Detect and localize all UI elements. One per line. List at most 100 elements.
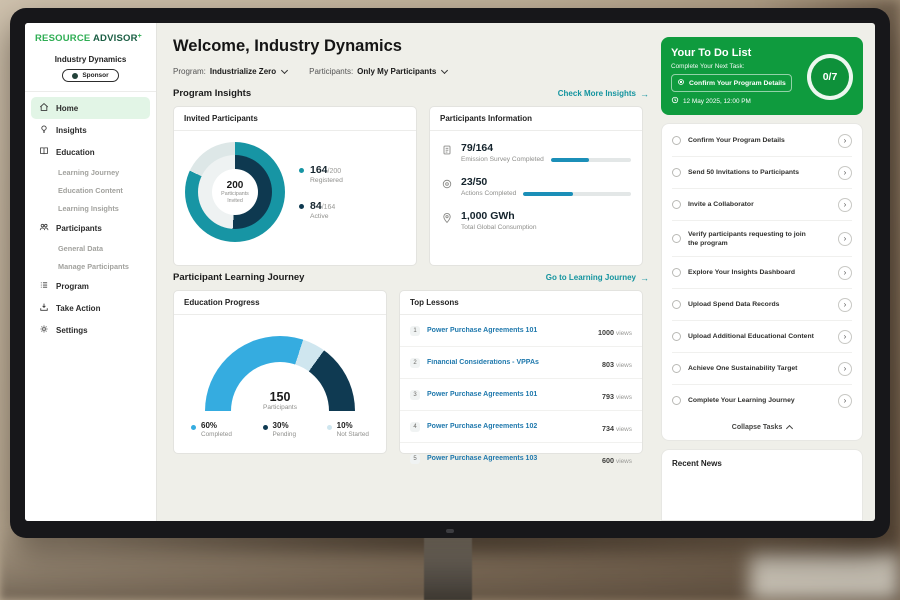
sidebar-item-participants[interactable]: Participants <box>31 217 150 239</box>
task-chevron-button[interactable]: › <box>838 266 852 280</box>
task-checkbox[interactable] <box>672 234 681 243</box>
sidebar-item-home[interactable]: Home <box>31 97 150 119</box>
sidebar-item-education-content[interactable]: Education Content <box>31 181 150 199</box>
sidebar-item-label: Settings <box>56 326 88 335</box>
task-item[interactable]: Complete Your Learning Journey › <box>672 385 852 416</box>
sidebar-item-program[interactable]: Program <box>31 275 150 297</box>
sidebar-item-manage-participants[interactable]: Manage Participants <box>31 257 150 275</box>
lesson-views-unit: views <box>616 362 632 369</box>
task-item[interactable]: Explore Your Insights Dashboard › <box>672 257 852 289</box>
task-checkbox[interactable] <box>672 268 681 277</box>
task-checkbox[interactable] <box>672 200 681 209</box>
lesson-link[interactable]: Power Purchase Agreements 103 <box>427 455 595 462</box>
task-chevron-button[interactable]: › <box>838 232 852 246</box>
todo-summary-left: Your To Do List Complete Your Next Task:… <box>671 47 792 106</box>
org-name: Industry Dynamics <box>25 55 156 64</box>
legend-item-registered: 164/200 Registered <box>299 164 343 184</box>
stat-progress-bar <box>523 192 631 196</box>
task-checkbox[interactable] <box>672 300 681 309</box>
sidebar-item-take-action[interactable]: Take Action <box>31 297 150 319</box>
participants-dropdown[interactable]: Participants: Only My Participants <box>309 67 447 76</box>
chevron-right-icon: › <box>844 235 847 243</box>
target-icon <box>677 78 685 88</box>
list-icon <box>39 280 49 292</box>
collapse-tasks-link[interactable]: Collapse Tasks <box>672 416 852 440</box>
legend-value: 60% <box>201 421 232 430</box>
invited-legend-dot <box>299 204 304 209</box>
sidebar-item-education[interactable]: Education <box>31 141 150 163</box>
program-dropdown[interactable]: Program: Industrialize Zero <box>173 67 287 76</box>
check-more-insights-link[interactable]: Check More Insights → <box>558 89 649 99</box>
stat-progress-fill <box>551 158 589 162</box>
task-chevron-button[interactable]: › <box>838 166 852 180</box>
main-content: Welcome, Industry Dynamics Program: Indu… <box>157 23 661 521</box>
next-task-label: Confirm Your Program Details <box>689 80 786 87</box>
invited-card-body: 200 Participants Invited 164/200 Registe… <box>174 131 416 253</box>
todo-summary-card: Your To Do List Complete Your Next Task:… <box>661 37 863 115</box>
legend-label: Completed <box>201 431 232 438</box>
task-item[interactable]: Send 50 Invitations to Participants › <box>672 157 852 189</box>
learning-journey-header: Participant Learning Journey Go to Learn… <box>173 272 649 283</box>
insights-cards-row: Invited Participants 200 Participants In… <box>173 106 649 266</box>
task-item[interactable]: Confirm Your Program Details › <box>672 125 852 157</box>
task-checkbox[interactable] <box>672 396 681 405</box>
lesson-link[interactable]: Power Purchase Agreements 101 <box>427 391 595 398</box>
logo-text-primary: RESOURCE <box>35 33 90 44</box>
sidebar-item-learning-insights[interactable]: Learning Insights <box>31 199 150 217</box>
arrow-right-icon: → <box>640 89 649 99</box>
todo-progress-value: 0/7 <box>823 71 838 83</box>
action-download-icon <box>39 302 49 314</box>
go-to-learning-journey-link[interactable]: Go to Learning Journey → <box>546 273 649 283</box>
task-chevron-button[interactable]: › <box>838 362 852 376</box>
chevron-right-icon: › <box>844 333 847 341</box>
todo-title: Your To Do List <box>671 47 792 59</box>
sidebar-item-settings[interactable]: Settings <box>31 319 150 341</box>
chevron-down-icon <box>441 67 448 74</box>
clock-icon <box>671 96 679 106</box>
task-chevron-button[interactable]: › <box>838 298 852 312</box>
lesson-row: 5 Power Purchase Agreements 103 600views <box>400 443 642 474</box>
task-checkbox[interactable] <box>672 168 681 177</box>
collapse-tasks-label: Collapse Tasks <box>732 424 782 431</box>
lesson-row: 3 Power Purchase Agreements 101 793views <box>400 379 642 411</box>
lesson-rank: 5 <box>410 454 420 464</box>
invited-donut-chart: 200 Participants Invited <box>185 142 285 242</box>
legend-item-completed: 60% Completed <box>191 421 232 438</box>
lesson-link[interactable]: Financial Considerations - VPPAs <box>427 359 595 366</box>
task-chevron-button[interactable]: › <box>838 394 852 408</box>
next-task-chip[interactable]: Confirm Your Program Details <box>671 74 792 92</box>
task-item[interactable]: Upload Spend Data Records › <box>672 289 852 321</box>
legend-item-not-started: 10% Not Started <box>327 421 369 438</box>
task-item[interactable]: Upload Additional Educational Content › <box>672 321 852 353</box>
todo-panel: Your To Do List Complete Your Next Task:… <box>661 23 875 521</box>
lesson-link[interactable]: Power Purchase Agreements 102 <box>427 423 595 430</box>
gauge-legend-dot <box>263 425 268 430</box>
book-icon <box>39 146 49 158</box>
active-total: /164 <box>322 204 336 211</box>
education-progress-card: Education Progress 150 Participants <box>173 290 387 454</box>
task-checkbox[interactable] <box>672 364 681 373</box>
task-checkbox[interactable] <box>672 136 681 145</box>
task-checkbox[interactable] <box>672 332 681 341</box>
sidebar-item-general-data[interactable]: General Data <box>31 239 150 257</box>
stat-value: 23/50 <box>461 176 631 188</box>
lesson-link[interactable]: Power Purchase Agreements 101 <box>427 327 591 334</box>
stat-label: Emission Survey Completed <box>461 156 544 163</box>
task-label: Upload Spend Data Records <box>688 300 779 309</box>
participants-dropdown-value: Only My Participants <box>357 67 436 76</box>
task-item[interactable]: Invite a Collaborator › <box>672 189 852 221</box>
invited-participants-card: Invited Participants 200 Participants In… <box>173 106 417 266</box>
task-chevron-button[interactable]: › <box>838 330 852 344</box>
task-item[interactable]: Verify participants requesting to join t… <box>672 221 852 257</box>
education-card-body: 150 Participants 60% Completed <box>174 315 386 449</box>
program-insights-header: Program Insights Check More Insights → <box>173 88 649 99</box>
sidebar-item-learning-journey[interactable]: Learning Journey <box>31 163 150 181</box>
task-chevron-button[interactable]: › <box>838 198 852 212</box>
target-icon <box>441 177 453 197</box>
sidebar-item-insights[interactable]: Insights <box>31 119 150 141</box>
lesson-views-count: 600 <box>602 456 614 465</box>
recent-news-title: Recent News <box>672 459 722 468</box>
task-item[interactable]: Achieve One Sustainability Target › <box>672 353 852 385</box>
task-chevron-button[interactable]: › <box>838 134 852 148</box>
stat-global-consumption: 1,000 GWh Total Global Consumption <box>441 210 631 231</box>
